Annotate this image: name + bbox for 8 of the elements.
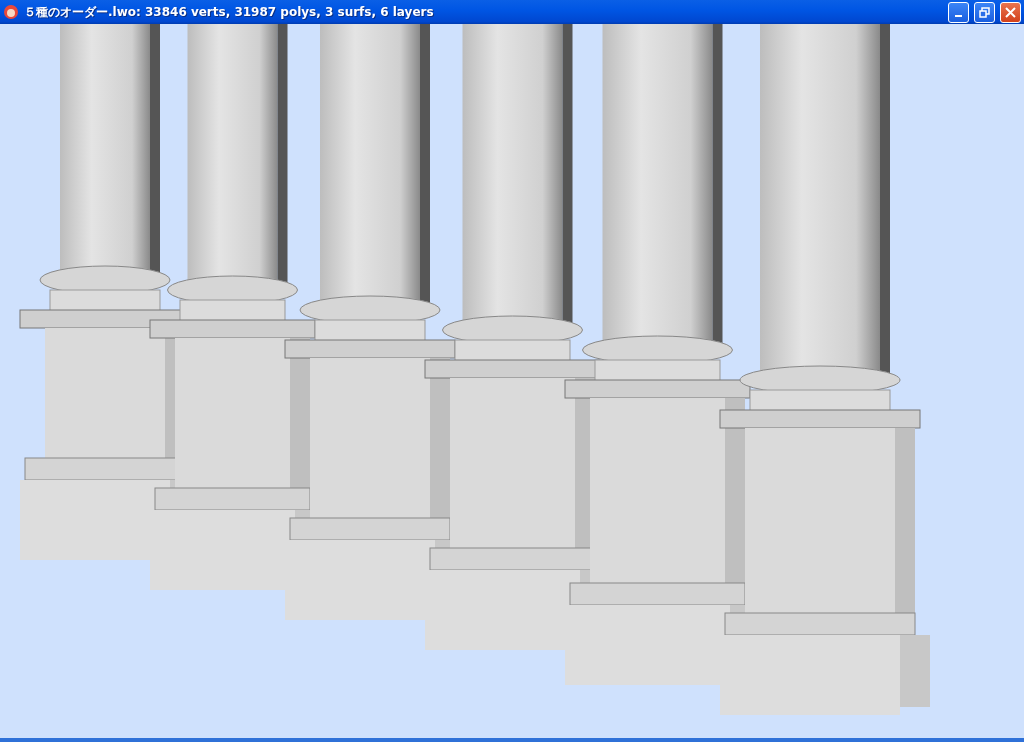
minimize-icon: [955, 15, 962, 17]
close-icon: [1005, 6, 1016, 18]
restore-button[interactable]: [974, 1, 995, 23]
restore-icon: [979, 6, 990, 18]
close-button[interactable]: [1000, 1, 1021, 23]
app-icon: [3, 4, 19, 20]
minimize-button[interactable]: [948, 1, 969, 23]
window-title: ５種のオーダー.lwo: 33846 verts, 31987 polys, 3 surfs, 6 layers: [24, 3, 435, 21]
